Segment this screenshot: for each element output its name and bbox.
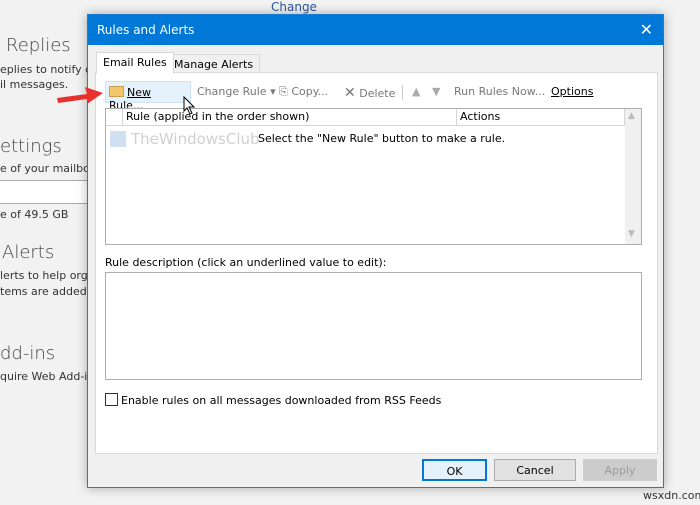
copy-label: Copy...	[291, 85, 329, 98]
close-icon[interactable]: ✕	[640, 20, 653, 39]
mouse-cursor-icon	[183, 96, 196, 115]
delete-label: Delete	[359, 87, 396, 100]
arrow-down-icon: ▼	[432, 85, 441, 98]
empty-list-message: Select the "New Rule" button to make a r…	[258, 132, 506, 145]
run-rules-now-button[interactable]: Run Rules Now...	[451, 81, 548, 103]
move-down-button[interactable]: ▼	[429, 81, 443, 103]
section-text: lerts to help orga	[0, 269, 95, 282]
copy-icon: ⎘	[279, 85, 288, 98]
dialog-title: Rules and Alerts	[97, 23, 195, 37]
checkbox-column-header	[106, 109, 123, 126]
cancel-button[interactable]: Cancel	[494, 459, 576, 481]
rule-description-label: Rule description (click an underlined va…	[105, 256, 387, 269]
rss-checkbox-label: Enable rules on all messages downloaded …	[121, 394, 442, 407]
red-arrow-annotation	[57, 87, 103, 104]
scroll-down-icon[interactable]: ▼	[628, 229, 635, 239]
delete-icon: ✕	[344, 85, 356, 101]
copy-button[interactable]: ⎘ Copy...	[276, 81, 331, 103]
change-rule-label: Change Rule	[197, 85, 267, 98]
scrollbar[interactable]: ▲ ▼	[625, 109, 641, 244]
column-header-actions[interactable]: Actions	[457, 109, 625, 126]
section-heading: Alerts	[2, 242, 55, 263]
watermark-logo-icon	[110, 131, 126, 147]
chevron-down-icon: ▾	[270, 85, 276, 98]
column-header-rule[interactable]: Rule (applied in the order shown)	[123, 109, 457, 126]
title-bar: Rules and Alerts ✕	[88, 15, 663, 45]
arrow-up-icon: ▲	[412, 85, 421, 98]
options-button[interactable]: Options	[548, 81, 596, 103]
ok-button[interactable]: OK	[422, 459, 487, 481]
move-up-button[interactable]: ▲	[409, 81, 423, 103]
section-text: eplies to notify o	[0, 63, 92, 76]
tab-email-rules[interactable]: Email Rules	[96, 52, 174, 74]
new-rule-icon	[109, 86, 124, 97]
scroll-up-icon[interactable]: ▲	[628, 111, 635, 121]
watermark-text: TheWindowsClub	[131, 130, 260, 148]
section-heading: Replies	[6, 35, 71, 56]
section-text: tems are added, o	[0, 285, 101, 298]
rule-description-box[interactable]	[105, 272, 642, 380]
delete-button[interactable]: ✕ Delete	[341, 81, 398, 103]
section-text: quire Web Add-ir	[0, 370, 92, 383]
rss-checkbox-row[interactable]: Enable rules on all messages downloaded …	[105, 393, 441, 407]
section-text: e of 49.5 GB	[0, 208, 69, 221]
change-rule-button[interactable]: Change Rule ▾	[194, 81, 279, 103]
rules-list[interactable]: Rule (applied in the order shown) Action…	[105, 108, 642, 245]
rules-and-alerts-dialog: Rules and Alerts ✕ Email Rules Manage Al…	[87, 14, 664, 488]
mailbox-usage-bar	[0, 180, 87, 204]
apply-button[interactable]: Apply	[583, 459, 657, 481]
new-rule-button[interactable]: New Rule...	[105, 81, 191, 112]
email-rules-panel: New Rule... Change Rule ▾ ⎘ Copy... ✕ De…	[95, 72, 658, 454]
toolbar-divider	[402, 85, 403, 100]
change-link[interactable]: Change	[271, 0, 317, 14]
section-heading: ettings	[0, 136, 62, 157]
section-text: e of your mailbox	[0, 162, 97, 175]
site-watermark: wsxdn.com	[643, 489, 700, 502]
section-heading: dd-ins	[0, 343, 56, 364]
tab-manage-alerts[interactable]: Manage Alerts	[167, 54, 261, 73]
rss-checkbox[interactable]	[105, 393, 118, 406]
